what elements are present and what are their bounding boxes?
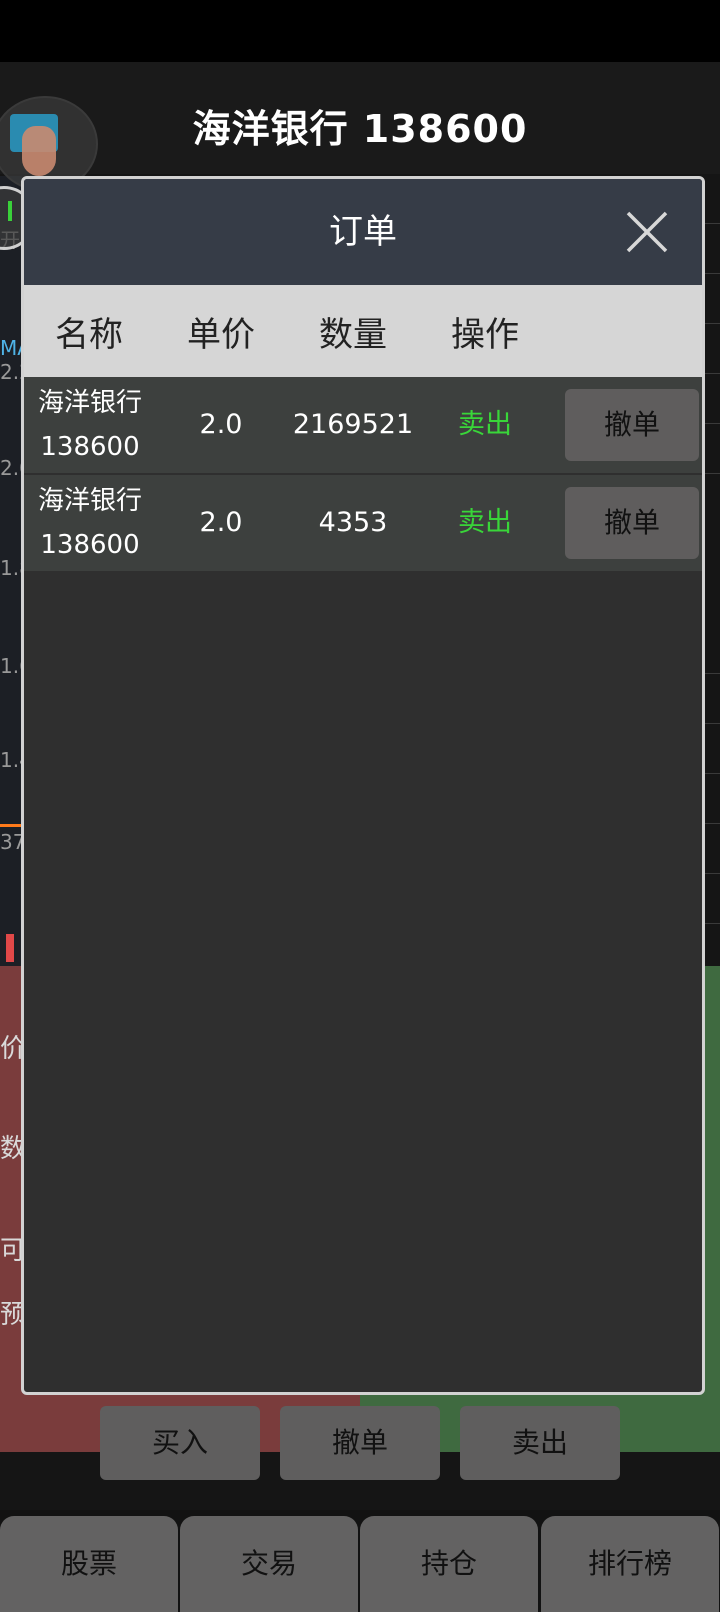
cancel-order-button[interactable]: 撤单 [280,1406,440,1480]
column-header-name: 名称 [55,315,123,355]
candle [6,934,14,962]
stock-code: 138600 [40,530,140,560]
stock-name: 海洋银行 [37,486,142,516]
cancel-order-button[interactable]: 撤单 [565,487,699,559]
sell-button[interactable]: 卖出 [460,1406,620,1480]
cancel-order-button[interactable]: 撤单 [565,389,699,461]
tab-ranking[interactable]: 排行榜 [541,1516,719,1612]
mic-icon [8,201,12,221]
orders-dialog: 订单 名称 单价 数量 操作 海洋银行 138600 2.0 2169521 卖… [21,176,705,1395]
stock-code: 138600 [40,432,140,462]
column-header-price: 单价 [187,315,255,355]
order-quantity: 4353 [318,507,388,538]
table-row: 海洋银行 138600 2.0 2169521 卖出 撤单 [24,377,702,473]
buy-button[interactable]: 买入 [100,1406,260,1480]
order-name: 海洋银行 138600 [24,479,156,567]
table-header: 名称 单价 数量 操作 [24,285,702,385]
table-row: 海洋银行 138600 2.0 4353 卖出 撤单 [24,475,702,571]
order-price: 2.0 [199,507,243,538]
order-price: 2.0 [199,409,243,440]
finger-icon [22,126,56,176]
tab-trade[interactable]: 交易 [180,1516,358,1612]
page-title: 海洋银行 138600 [192,107,528,151]
stock-name: 海洋银行 [37,388,142,418]
order-quantity: 2169521 [292,409,414,440]
tab-stocks[interactable]: 股票 [0,1516,178,1612]
order-side: 卖出 [458,507,512,538]
order-side: 卖出 [458,409,512,440]
column-header-quantity: 数量 [319,315,387,355]
ma-line [0,824,22,827]
column-header-action: 操作 [451,315,519,355]
dialog-title: 订单 [329,212,397,252]
close-icon[interactable] [624,209,670,255]
tab-positions[interactable]: 持仓 [360,1516,538,1612]
status-bar [0,0,720,62]
order-name: 海洋银行 138600 [24,381,156,469]
